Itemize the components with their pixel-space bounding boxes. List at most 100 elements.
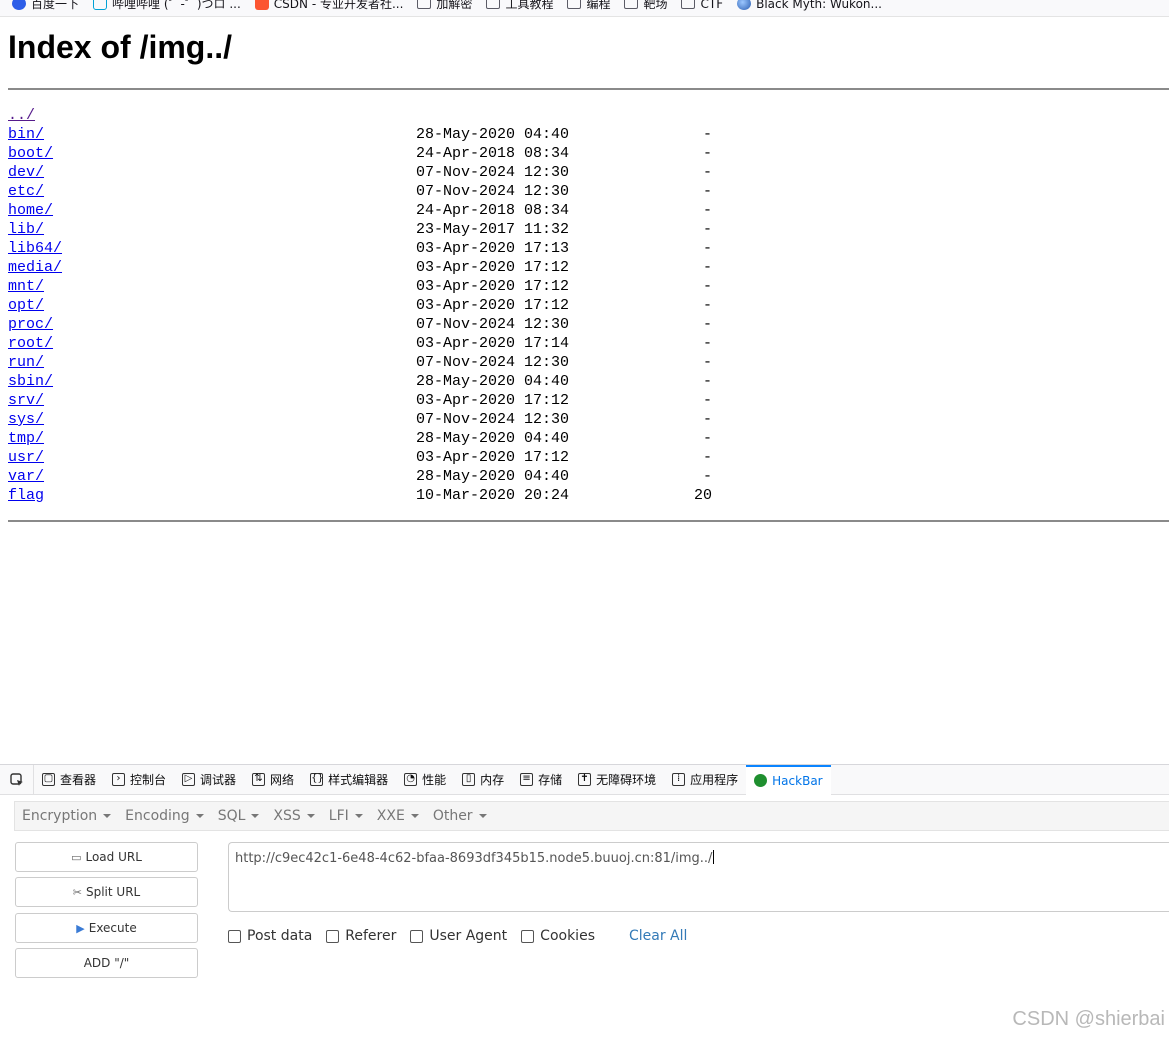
menu-encoding[interactable]: Encoding — [118, 808, 211, 824]
add-slash-button[interactable]: ADD "/" — [15, 948, 198, 978]
tab-style-editor[interactable]: {} 样式编辑器 — [302, 765, 396, 795]
execute-button[interactable]: ▶ Execute — [15, 913, 198, 943]
entry-link-root[interactable]: root/ — [8, 334, 53, 353]
entry-link-flag[interactable]: flag — [8, 486, 44, 505]
bookmarks-bar: 百度一下 哔哩哔哩 (゜-゜)つロ ... CSDN - 专业开发者社... 加解密 工… — [0, 0, 1169, 17]
entry-link-item[interactable]: ../ — [8, 106, 35, 125]
tab-storage[interactable]: ≡ 存储 — [512, 765, 570, 795]
menu-xss[interactable]: XSS — [266, 808, 321, 824]
add-slash-label: ADD "/" — [83, 956, 130, 970]
user-agent-checkbox[interactable] — [410, 929, 424, 943]
entry-link-home[interactable]: home/ — [8, 201, 53, 220]
listing-row: lib64/03-Apr-2020 17:13 - — [8, 239, 728, 258]
bookmark-item[interactable]: 哔哩哔哩 (゜-゜)つロ ... — [93, 0, 241, 12]
entry-link-dev[interactable]: dev/ — [8, 163, 44, 182]
folder-icon — [417, 0, 432, 9]
entry-link-bin[interactable]: bin/ — [8, 125, 44, 144]
bookmark-item[interactable]: 靶场 — [624, 0, 667, 12]
devtools-toolbar: ▢ 查看器 › 控制台 ▷ 调试器 ⇅ 网络 {} 样式编辑器 ◔ 性能 ▯ 内存 ≡ 存储 ✝ 无障碍环境 ⁞ 应用… — [0, 764, 1169, 795]
bookmark-label: 百度一下 — [31, 0, 80, 11]
entry-date: 28-May-2020 04:40 — [416, 373, 570, 390]
url-textarea[interactable]: http://c9ec42c1-6e48-4c62-bfaa-8693df345… — [228, 842, 1169, 912]
menu-encryption[interactable]: Encryption — [15, 808, 118, 824]
bookmark-item[interactable]: 加解密 — [417, 0, 472, 12]
listing-row: home/24-Apr-2018 08:34 - — [8, 201, 728, 220]
entry-link-tmp[interactable]: tmp/ — [8, 429, 44, 448]
entry-link-opt[interactable]: opt/ — [8, 296, 44, 315]
split-url-button[interactable]: ✂ Split URL — [15, 877, 198, 907]
entry-date: 24-Apr-2018 08:34 — [416, 145, 570, 162]
menu-label: Encoding — [125, 808, 190, 824]
entry-link-boot[interactable]: boot/ — [8, 144, 53, 163]
entry-date: 07-Nov-2024 12:30 — [416, 316, 570, 333]
entry-link-run[interactable]: run/ — [8, 353, 44, 372]
entry-date: 24-Apr-2018 08:34 — [416, 202, 570, 219]
tab-memory[interactable]: ▯ 内存 — [454, 765, 512, 795]
bookmark-item[interactable]: CTF — [681, 0, 723, 11]
page-title: Index of /img../ — [8, 29, 233, 65]
bookmark-item[interactable]: 编程 — [567, 0, 610, 12]
bookmark-item[interactable]: CSDN - 专业开发者社... — [254, 0, 403, 12]
entry-link-mnt[interactable]: mnt/ — [8, 277, 44, 296]
tab-inspector[interactable]: ▢ 查看器 — [34, 765, 104, 795]
entry-date: 03-Apr-2020 17:12 — [416, 449, 570, 466]
menu-sql[interactable]: SQL — [211, 808, 267, 824]
entry-link-lib[interactable]: lib/ — [8, 220, 44, 239]
menu-label: LFI — [328, 808, 349, 824]
option-cookies[interactable]: Cookies — [521, 928, 595, 944]
listing-row: etc/07-Nov-2024 12:30 - — [8, 182, 728, 201]
entry-link-var[interactable]: var/ — [8, 467, 44, 486]
cookies-checkbox[interactable] — [521, 929, 535, 943]
tab-application[interactable]: ⁞ 应用程序 — [664, 765, 746, 795]
tab-accessibility[interactable]: ✝ 无障碍环境 — [570, 765, 664, 795]
caret-down-icon — [306, 814, 315, 818]
element-picker-icon[interactable] — [0, 764, 34, 795]
clear-all-link[interactable]: Clear All — [629, 928, 687, 944]
entry-link-proc[interactable]: proc/ — [8, 315, 53, 334]
entry-link-sys[interactable]: sys/ — [8, 410, 44, 429]
entry-size: - — [702, 354, 712, 371]
option-user-agent[interactable]: User Agent — [410, 928, 507, 944]
entry-date: 07-Nov-2024 12:30 — [416, 164, 570, 181]
entry-size: - — [702, 411, 712, 428]
tab-performance[interactable]: ◔ 性能 — [396, 765, 454, 795]
tab-hackbar[interactable]: HackBar — [746, 764, 831, 795]
option-referer[interactable]: Referer — [326, 928, 396, 944]
menu-xxe[interactable]: XXE — [370, 808, 426, 824]
bookmark-label: CTF — [700, 0, 724, 11]
tab-label: 无障碍环境 — [596, 773, 657, 787]
entry-link-usr[interactable]: usr/ — [8, 448, 44, 467]
entry-link-sbin[interactable]: sbin/ — [8, 372, 53, 391]
storage-icon: ≡ — [520, 773, 534, 786]
listing-row: ../ — [8, 106, 728, 125]
listing-row: tmp/28-May-2020 04:40 - — [8, 429, 728, 448]
entry-link-media[interactable]: media/ — [8, 258, 62, 277]
load-url-button[interactable]: ▭ Load URL — [15, 842, 198, 872]
entry-date: 07-Nov-2024 12:30 — [416, 183, 570, 200]
entry-size: - — [702, 240, 712, 257]
post-data-checkbox[interactable] — [228, 929, 241, 943]
tab-network[interactable]: ⇅ 网络 — [244, 765, 302, 795]
entry-date: 07-Nov-2024 12:30 — [416, 354, 570, 371]
menu-label: XXE — [376, 808, 405, 824]
folder-icon — [624, 0, 639, 9]
menu-other[interactable]: Other — [426, 808, 494, 824]
tab-console[interactable]: › 控制台 — [104, 765, 174, 795]
menu-lfi[interactable]: LFI — [322, 808, 370, 824]
entry-link-etc[interactable]: etc/ — [8, 182, 44, 201]
tab-label: 控制台 — [130, 773, 167, 787]
entry-date: 03-Apr-2020 17:12 — [416, 259, 570, 276]
bookmark-item[interactable]: Black Myth: Wukon... — [737, 0, 882, 11]
listing-row: sys/07-Nov-2024 12:30 - — [8, 410, 728, 429]
bookmark-item[interactable]: 百度一下 — [12, 0, 79, 12]
entry-link-srv[interactable]: srv/ — [8, 391, 44, 410]
option-post-data[interactable]: Post data — [228, 928, 312, 944]
listing-row: var/28-May-2020 04:40 - — [8, 467, 728, 486]
tab-debugger[interactable]: ▷ 调试器 — [174, 765, 244, 795]
entry-link-lib64[interactable]: lib64/ — [8, 239, 62, 258]
split-url-label: Split URL — [85, 885, 141, 899]
listing-row: opt/03-Apr-2020 17:12 - — [8, 296, 728, 315]
bookmark-item[interactable]: 工具教程 — [486, 0, 553, 12]
entry-date: 07-Nov-2024 12:30 — [416, 411, 570, 428]
referer-checkbox[interactable] — [326, 929, 340, 943]
